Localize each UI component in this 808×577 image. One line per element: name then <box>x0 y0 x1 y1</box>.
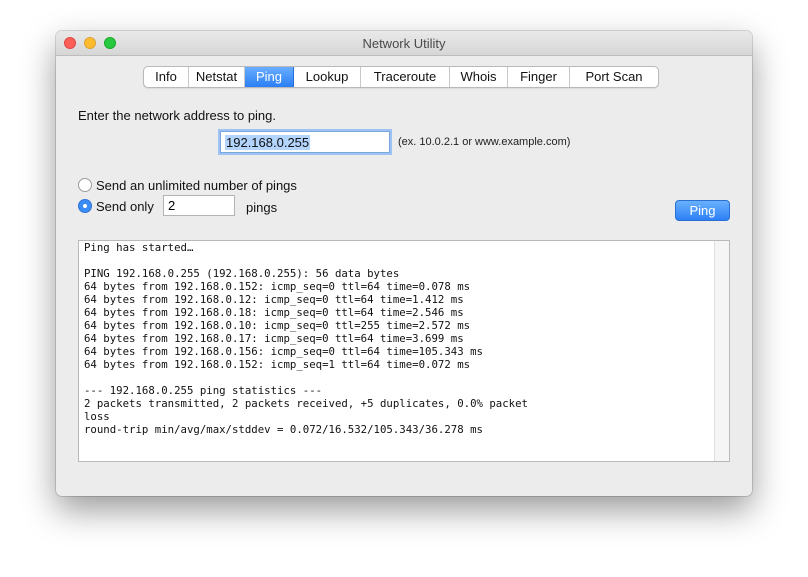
address-example-hint: (ex. 10.0.2.1 or www.example.com) <box>398 136 571 148</box>
address-input[interactable]: 192.168.0.255 <box>220 131 390 153</box>
tab-ping[interactable]: Ping <box>245 67 294 87</box>
ping-output-area[interactable]: Ping has started… PING 192.168.0.255 (19… <box>78 240 730 462</box>
address-prompt: Enter the network address to ping. <box>78 108 277 123</box>
tab-traceroute[interactable]: Traceroute <box>361 67 450 87</box>
tab-lookup[interactable]: Lookup <box>294 67 361 87</box>
ping-output-text: Ping has started… PING 192.168.0.255 (19… <box>84 241 528 436</box>
tab-bar: Info Netstat Ping Lookup Traceroute Whois Fing… <box>143 66 659 88</box>
tab-netstat[interactable]: Netstat <box>189 67 245 87</box>
unlimited-pings-radio[interactable] <box>78 178 92 192</box>
tab-whois[interactable]: Whois <box>450 67 508 87</box>
window-title: Network Utility <box>362 36 446 51</box>
send-only-radio[interactable] <box>78 199 92 213</box>
address-value: 192.168.0.255 <box>225 135 311 150</box>
title-bar[interactable]: Network Utility <box>56 31 752 56</box>
network-utility-window: Network Utility Info Netstat Ping Lookup Tra… <box>56 31 752 496</box>
output-scrollbar[interactable] <box>714 241 729 461</box>
tab-info[interactable]: Info <box>144 67 189 87</box>
ping-button[interactable]: Ping <box>675 200 730 221</box>
ping-count-input[interactable]: 2 <box>163 195 235 216</box>
pings-label: pings <box>246 200 278 215</box>
tab-finger[interactable]: Finger <box>508 67 570 87</box>
tab-port-scan[interactable]: Port Scan <box>570 67 658 87</box>
unlimited-pings-label[interactable]: Send an unlimited number of pings <box>96 178 297 193</box>
send-only-label[interactable]: Send only <box>96 199 154 214</box>
